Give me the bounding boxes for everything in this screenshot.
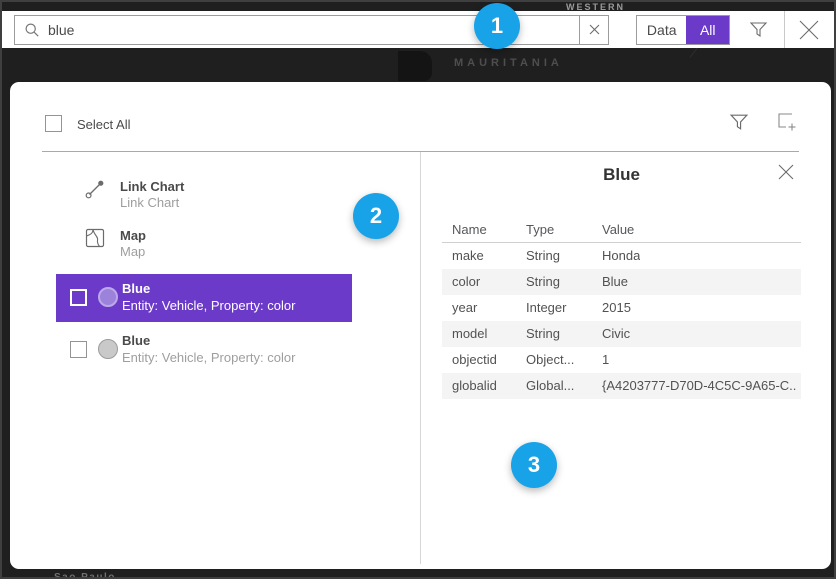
table-row: year Integer 2015 <box>442 295 801 321</box>
list-item-blue-selected[interactable]: Blue Entity: Vehicle, Property: color <box>56 274 352 322</box>
list-item-subtitle: Link Chart <box>120 195 179 210</box>
select-all-checkbox[interactable] <box>45 115 62 132</box>
cell-value: Blue <box>602 269 628 295</box>
cell-name: color <box>452 269 480 295</box>
cell-name: make <box>452 243 484 269</box>
annotation-callout-2: 2 <box>353 193 399 239</box>
data-all-toggle: Data All <box>636 15 730 45</box>
cell-type: String <box>526 269 560 295</box>
list-item-title: Link Chart <box>120 179 184 194</box>
map-country-shape <box>398 51 432 81</box>
details-panel: Blue Name Type Value make String Honda <box>442 152 801 564</box>
list-item-title: Blue <box>122 333 150 348</box>
list-item-subtitle: Entity: Vehicle, Property: color <box>122 350 295 365</box>
cell-name: model <box>452 321 487 347</box>
table-row: objectid Object... 1 <box>442 347 801 373</box>
details-title: Blue <box>442 165 801 185</box>
add-selection-icon <box>776 111 798 133</box>
cell-value: {A4203777-D70D-4C5C-9A65-C... <box>602 373 797 399</box>
filter-icon <box>728 111 750 133</box>
item-checkbox[interactable] <box>70 341 87 358</box>
table-row: color String Blue <box>442 269 801 295</box>
item-checkbox[interactable] <box>70 289 87 306</box>
column-header-type: Type <box>526 222 554 237</box>
search-toolbar: Data All <box>2 11 834 48</box>
list-item-title: Blue <box>122 281 150 296</box>
table-row: globalid Global... {A4203777-D70D-4C5C-9… <box>442 373 801 399</box>
cell-type: String <box>526 321 560 347</box>
cell-type: Integer <box>526 295 566 321</box>
close-search-button[interactable] <box>796 17 822 43</box>
cell-type: String <box>526 243 560 269</box>
cell-name: objectid <box>452 347 497 373</box>
table-row: make String Honda <box>442 243 801 269</box>
cell-name: globalid <box>452 373 497 399</box>
cell-type: Global... <box>526 373 574 399</box>
entity-dot-icon <box>98 287 118 307</box>
close-icon <box>777 163 795 181</box>
list-item-subtitle: Entity: Vehicle, Property: color <box>122 298 295 313</box>
search-filter-button[interactable] <box>748 19 769 40</box>
list-item-title: Map <box>120 228 146 243</box>
list-item-subtitle: Map <box>120 244 145 259</box>
map-label-mauritania: MAURITANIA <box>454 57 563 69</box>
clear-search-button[interactable] <box>579 15 609 45</box>
cell-name: year <box>452 295 477 321</box>
results-filter-button[interactable] <box>728 111 750 133</box>
entity-dot-icon <box>98 339 118 359</box>
annotation-callout-1: 1 <box>474 3 520 49</box>
cell-value: Civic <box>602 321 630 347</box>
toggle-all-option[interactable]: All <box>686 16 729 44</box>
cell-value: Honda <box>602 243 640 269</box>
map-icon <box>84 227 106 249</box>
details-table: make String Honda color String Blue year… <box>442 243 801 399</box>
close-icon <box>796 17 822 43</box>
column-header-value: Value <box>602 222 634 237</box>
toolbar-divider <box>784 11 785 48</box>
map-label-bottom: Sao Paulo <box>54 572 116 579</box>
list-details-divider <box>420 152 421 564</box>
app-window: WESTERN MAURITANIA Sao Paulo Data All <box>0 0 836 579</box>
select-all-label: Select All <box>77 117 130 132</box>
clear-search-icon <box>589 24 600 35</box>
annotation-callout-3: 3 <box>511 442 557 488</box>
filter-icon <box>748 19 769 40</box>
list-item-blue[interactable]: Blue Entity: Vehicle, Property: color <box>56 328 352 372</box>
column-header-name: Name <box>452 222 487 237</box>
link-chart-icon <box>84 178 106 200</box>
toggle-data-option[interactable]: Data <box>637 16 686 44</box>
search-results-panel: Select All Link Chart Link Chart <box>10 82 831 569</box>
cell-value: 2015 <box>602 295 631 321</box>
close-details-button[interactable] <box>777 163 795 181</box>
table-row: model String Civic <box>442 321 801 347</box>
search-icon <box>24 22 40 38</box>
cell-type: Object... <box>526 347 574 373</box>
cell-value: 1 <box>602 347 609 373</box>
add-to-selection-button[interactable] <box>776 111 798 133</box>
